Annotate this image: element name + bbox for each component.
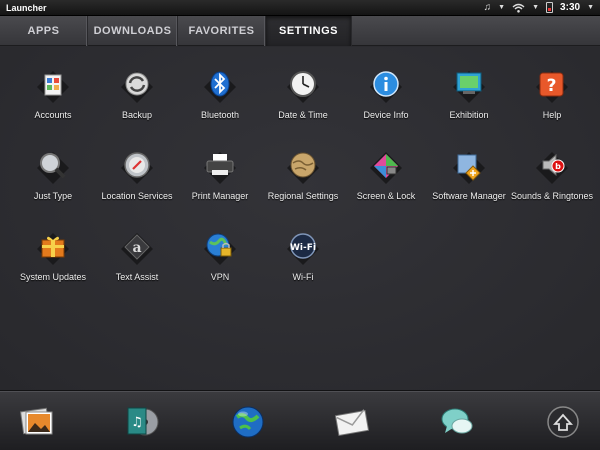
chevron-down-icon[interactable]: ▼ [587, 4, 594, 11]
app-regional-settings[interactable]: Regional Settings [261, 151, 345, 202]
chevron-down-icon[interactable]: ▼ [532, 4, 539, 11]
exhibition-icon [452, 70, 486, 104]
globe-icon [286, 151, 320, 185]
software-manager-icon [452, 151, 486, 185]
app-system-updates[interactable]: System Updates [11, 232, 95, 283]
vpn-globe-lock-icon [203, 232, 237, 266]
accounts-icon [36, 70, 70, 104]
battery-icon[interactable] [546, 2, 554, 13]
status-time[interactable]: 3:30 [560, 2, 580, 13]
svg-text:a: a [132, 240, 141, 256]
app-software-manager[interactable]: Software Manager [427, 151, 511, 202]
launcher-tabs: APPS DOWNLOADS FAVORITES SETTINGS [0, 16, 600, 46]
app-vpn[interactable]: VPN [178, 232, 262, 283]
compass-icon [120, 151, 154, 185]
status-indicators: ♫ ▼ ▼ 3:30 ▼ [484, 2, 594, 13]
app-wifi[interactable]: Wi-Fi Wi-Fi [261, 232, 345, 283]
app-exhibition[interactable]: Exhibition [427, 70, 511, 121]
app-text-assist[interactable]: a Text Assist [95, 232, 179, 283]
status-bar: Launcher ♫ ▼ ▼ 3:30 ▼ [0, 0, 600, 16]
app-sounds-ringtones[interactable]: b Sounds & Ringtones [510, 151, 594, 202]
screen-lock-icon [369, 151, 403, 185]
svg-text:b: b [555, 162, 561, 171]
settings-app-grid: Accounts Backup Bluetooth Date & Time De… [0, 47, 600, 390]
app-just-type[interactable]: Just Type [11, 151, 95, 202]
window-title: Launcher [6, 2, 47, 13]
messaging-icon[interactable] [439, 404, 475, 440]
help-icon: ? [535, 70, 569, 104]
app-location-services[interactable]: Location Services [95, 151, 179, 202]
wifi-badge-icon: Wi-Fi [286, 232, 320, 266]
svg-text:♫: ♫ [131, 415, 143, 430]
svg-text:Wi-Fi: Wi-Fi [290, 243, 316, 253]
text-assist-icon: a [120, 232, 154, 266]
magnifier-icon [36, 151, 70, 185]
music-icon[interactable]: ♫ [125, 404, 161, 440]
music-note-icon[interactable]: ♫ [484, 2, 492, 13]
launcher-up-icon[interactable] [545, 404, 581, 440]
gift-icon [36, 232, 70, 266]
tab-settings[interactable]: SETTINGS [266, 16, 352, 46]
speaker-icon: b [535, 151, 569, 185]
bluetooth-icon [203, 70, 237, 104]
info-icon [369, 70, 403, 104]
wifi-icon[interactable] [512, 3, 525, 13]
tab-apps[interactable]: APPS [0, 16, 88, 46]
backup-icon [120, 70, 154, 104]
app-backup[interactable]: Backup [95, 70, 179, 121]
tab-favorites[interactable]: FAVORITES [178, 16, 266, 46]
chevron-down-icon[interactable]: ▼ [498, 4, 505, 11]
app-screen-lock[interactable]: Screen & Lock [344, 151, 428, 202]
web-browser-icon[interactable] [230, 404, 266, 440]
quick-launch-dock: ♫ [0, 390, 600, 450]
app-device-info[interactable]: Device Info [344, 70, 428, 121]
app-accounts[interactable]: Accounts [11, 70, 95, 121]
tab-downloads[interactable]: DOWNLOADS [88, 16, 178, 46]
app-print-manager[interactable]: Print Manager [178, 151, 262, 202]
photos-icon[interactable] [19, 404, 55, 440]
printer-icon [203, 151, 237, 185]
email-icon[interactable] [334, 404, 370, 440]
svg-text:?: ? [547, 76, 557, 96]
app-help[interactable]: ? Help [510, 70, 594, 121]
clock-icon [286, 70, 320, 104]
app-bluetooth[interactable]: Bluetooth [178, 70, 262, 121]
app-date-time[interactable]: Date & Time [261, 70, 345, 121]
